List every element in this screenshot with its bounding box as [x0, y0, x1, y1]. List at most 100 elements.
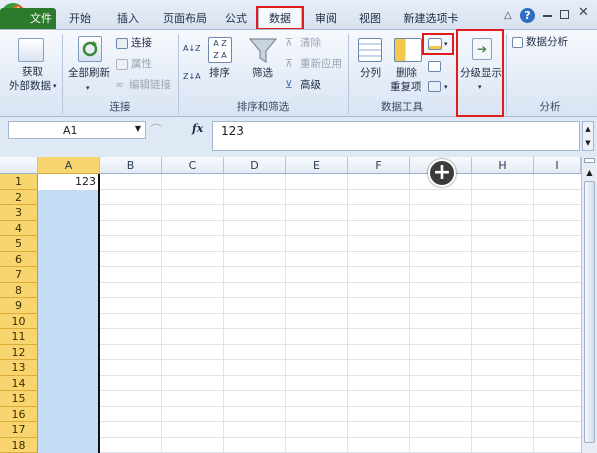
row-header[interactable]: 1 [0, 174, 38, 190]
insert-function-icon[interactable]: fx [192, 122, 210, 138]
tab-new-tab[interactable]: 新建选项卡 [396, 9, 466, 29]
grid-row-line [38, 312, 581, 314]
close-icon[interactable]: ✕ [578, 6, 592, 20]
formula-cancel-icon: ⌒ [150, 123, 162, 136]
group-separator [506, 34, 507, 114]
scroll-up-icon[interactable]: ▲ [582, 166, 597, 180]
filter-button[interactable] [244, 34, 282, 98]
name-box-value: A1 [63, 124, 78, 137]
grid-row-line [38, 390, 581, 391]
group-separator [62, 34, 63, 114]
row-header[interactable]: 14 [0, 375, 38, 391]
row-header[interactable]: 8 [0, 282, 38, 298]
grid-row-line [38, 281, 581, 283]
row-header[interactable]: 4 [0, 220, 38, 236]
get-external-data-label-1: 获取 [22, 66, 43, 78]
clear-button[interactable]: 清除 [300, 37, 321, 50]
row-header[interactable]: 6 [0, 251, 38, 267]
row-header[interactable]: 7 [0, 267, 38, 283]
row-header[interactable]: 15 [0, 391, 38, 407]
column-header[interactable]: B [100, 157, 162, 174]
collapse-ribbon-icon[interactable]: △ [504, 10, 516, 22]
refresh-all-button[interactable] [66, 34, 114, 98]
worksheet-grid[interactable]: ABCDEFGHI 123456789101112131415161718 12… [0, 157, 597, 453]
formula-bar-area: A1 ▼ ⌒ fx 123 ▲ ▼ [0, 117, 597, 155]
column-header[interactable]: A [38, 157, 100, 174]
restore-icon[interactable] [560, 10, 569, 19]
formula-input[interactable]: 123 [212, 121, 580, 151]
data-tab-highlight [256, 6, 304, 30]
group-separator [178, 34, 179, 114]
tab-page-layout[interactable]: 页面布局 [156, 9, 214, 29]
text-to-columns-button[interactable] [352, 34, 390, 98]
connections-button[interactable]: 连接 [131, 37, 152, 50]
grid-column-line [223, 174, 224, 453]
tab-insert[interactable]: 插入 [110, 9, 146, 29]
edit-links-button[interactable]: 编辑链接 [129, 79, 171, 92]
grid-row-line [38, 405, 581, 407]
refresh-all-label: 全部刷新 [68, 67, 110, 79]
tab-file[interactable]: 文件 [0, 8, 56, 30]
row-header[interactable]: 12 [0, 344, 38, 360]
row-header[interactable]: 9 [0, 298, 38, 314]
grid-row-line [38, 250, 581, 252]
data-tools-group-label: 数据工具 [381, 101, 423, 113]
grid-column-line [471, 174, 472, 453]
column-header[interactable]: F [348, 157, 410, 174]
tab-home[interactable]: 开始 [62, 9, 98, 29]
tab-view[interactable]: 视图 [352, 9, 388, 29]
row-header[interactable]: 16 [0, 406, 38, 422]
row-header[interactable]: 2 [0, 189, 38, 205]
vertical-scrollbar[interactable]: ▲ [581, 157, 597, 453]
row-header[interactable]: 18 [0, 437, 38, 453]
sort-label: 排序 [209, 67, 230, 79]
grid-row-line [38, 235, 581, 236]
grid-row-line [38, 374, 581, 376]
column-header[interactable]: D [224, 157, 286, 174]
cell-a1-value: 123 [75, 175, 96, 188]
column-header[interactable]: H [472, 157, 534, 174]
grid-row-line [38, 297, 581, 298]
clear-filter-icon: ⊼ [285, 37, 293, 49]
group-separator [348, 34, 349, 114]
help-icon[interactable]: ? [520, 8, 535, 23]
reapply-icon: ⊼ [285, 58, 293, 70]
reapply-button[interactable]: 重新应用 [300, 58, 342, 71]
row-header[interactable]: 5 [0, 236, 38, 252]
name-box-dropdown-icon[interactable]: ▼ [135, 124, 141, 133]
dropdown-arrow-icon: ▾ [53, 82, 57, 90]
grid-row-line [38, 343, 581, 345]
grid-row-line [38, 328, 581, 329]
select-all-corner[interactable] [0, 157, 38, 174]
properties-button[interactable]: 属性 [131, 58, 152, 71]
grid-column-line [161, 174, 162, 453]
dropdown-arrow-icon: ▾ [86, 84, 90, 92]
analysis-group-label: 分析 [539, 101, 561, 113]
column-header[interactable]: C [162, 157, 224, 174]
row-header[interactable]: 3 [0, 205, 38, 221]
row-header[interactable]: 17 [0, 422, 38, 438]
row-header[interactable]: 11 [0, 329, 38, 345]
formula-bar-expand-icon[interactable]: ▲ ▼ [582, 121, 594, 151]
column-header[interactable]: I [534, 157, 581, 174]
row-header[interactable]: 13 [0, 360, 38, 376]
sort-descending-button[interactable]: Z↓A [183, 72, 201, 81]
name-box[interactable]: A1 ▼ [8, 121, 146, 139]
sort-button[interactable] [204, 34, 236, 98]
cell-cursor-plus-icon: + [428, 159, 456, 187]
grid-column-line [409, 174, 410, 453]
data-analysis-button[interactable]: 数据分析 [526, 36, 568, 49]
remove-duplicates-label-2: 重复项 [390, 81, 422, 93]
tab-formulas[interactable]: 公式 [218, 9, 254, 29]
minimize-icon[interactable] [543, 15, 552, 17]
grid-column-line [285, 174, 286, 453]
tab-review[interactable]: 审阅 [306, 9, 346, 29]
sort-ascending-button[interactable]: A↓Z [183, 44, 201, 53]
advanced-button[interactable]: 高级 [300, 79, 321, 92]
row-header[interactable]: 10 [0, 313, 38, 329]
scroll-thumb[interactable] [584, 181, 595, 443]
split-box[interactable] [584, 158, 595, 163]
data-analysis-icon [512, 37, 523, 48]
consolidate-button[interactable] [424, 58, 448, 76]
column-header[interactable]: E [286, 157, 348, 174]
